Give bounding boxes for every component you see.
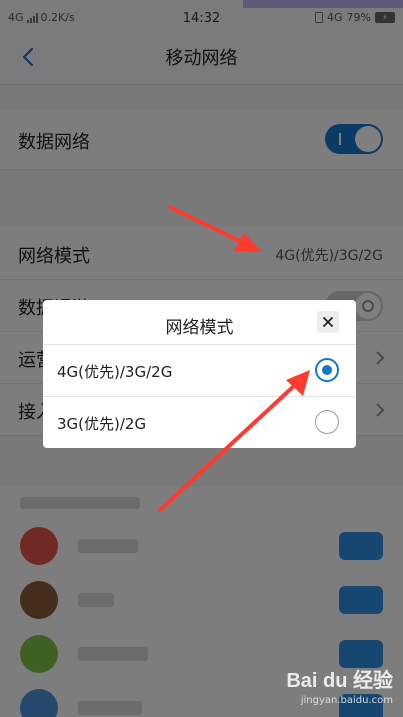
arrow-to-network-mode bbox=[168, 205, 262, 252]
arrow-to-4g-radio bbox=[158, 370, 310, 512]
annotation-arrows bbox=[158, 205, 310, 512]
watermark-url: jingyan.baidu.com bbox=[300, 695, 393, 706]
watermark-logo: Bai du 经验 bbox=[286, 670, 393, 692]
baidu-watermark: Bai du 经验 jingyan.baidu.com bbox=[286, 664, 393, 706]
